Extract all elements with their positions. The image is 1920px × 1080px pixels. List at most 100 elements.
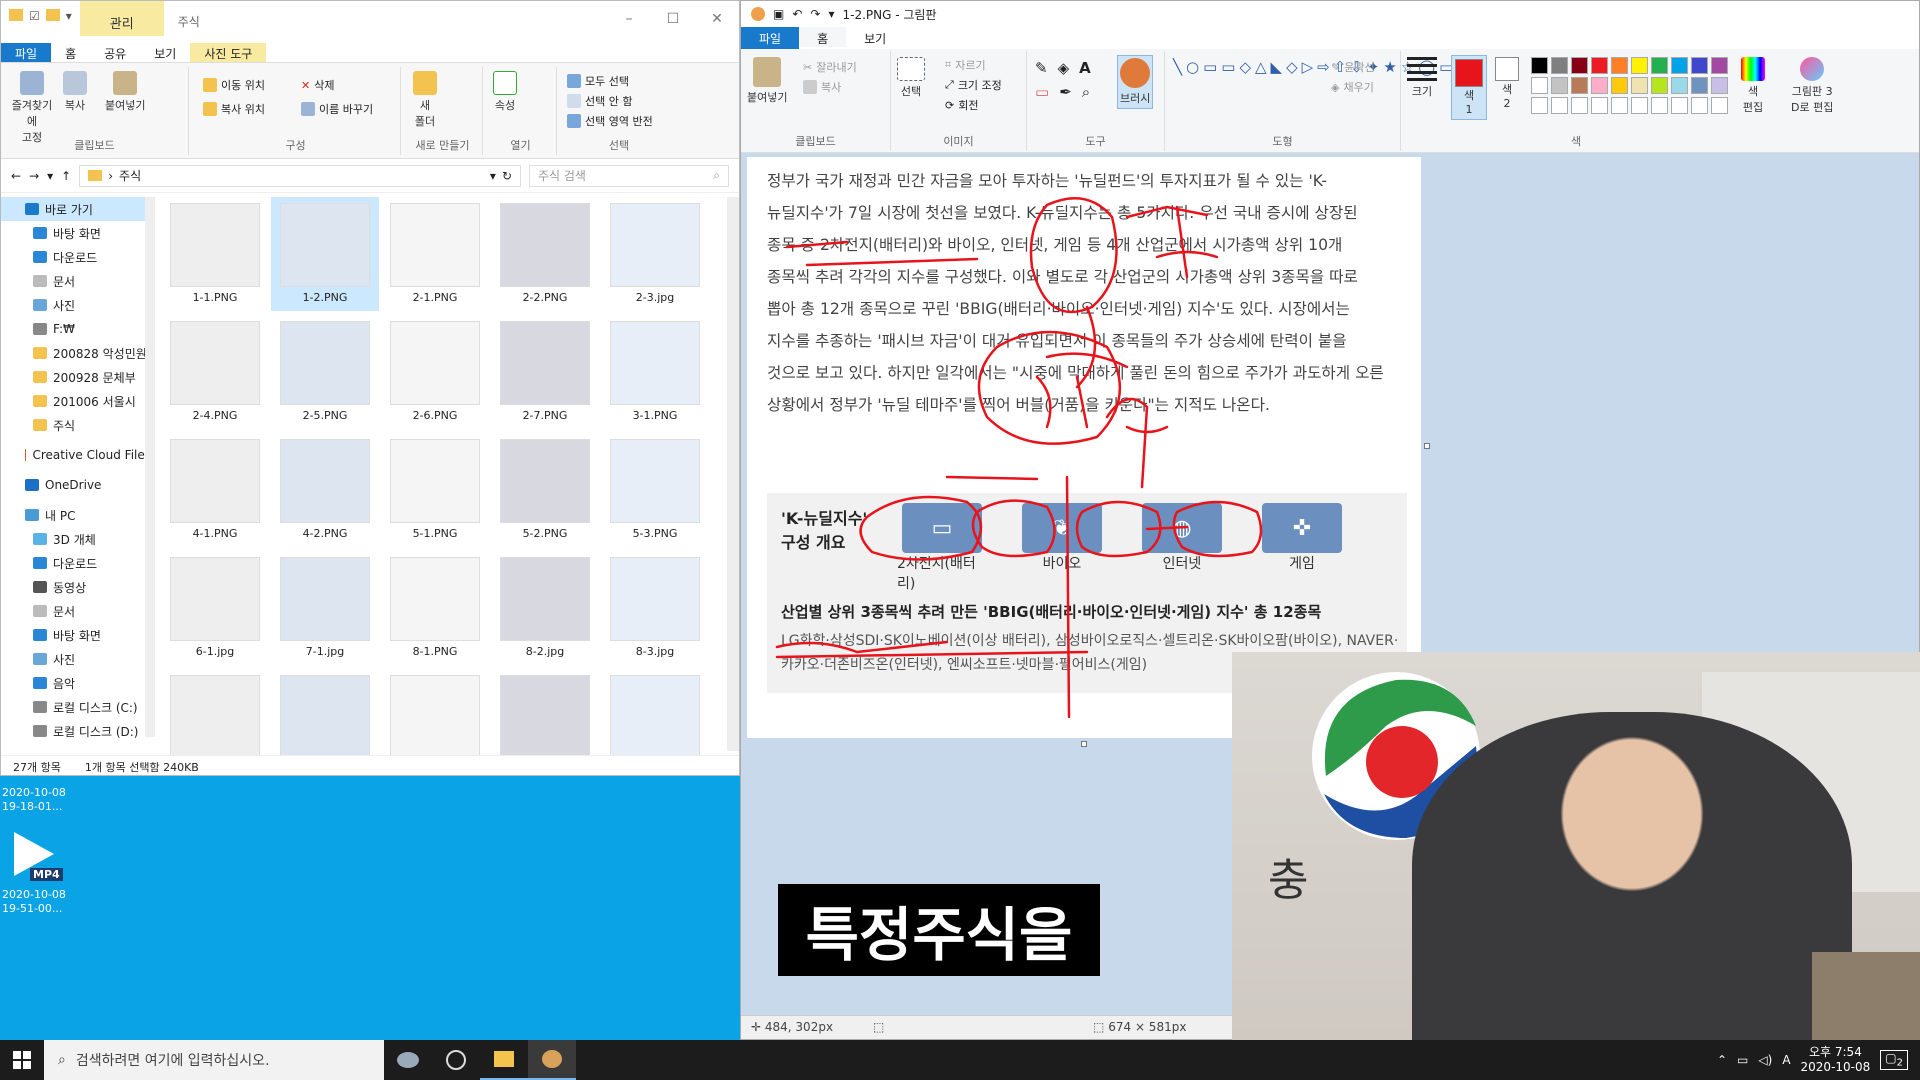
color-swatch[interactable] — [1671, 57, 1688, 74]
nav-item[interactable]: 내 PC — [1, 503, 151, 527]
paste-button[interactable]: 붙여넣기 — [747, 57, 787, 105]
rename-button[interactable]: 이름 바꾸기 — [301, 101, 373, 117]
text-icon[interactable]: A — [1079, 59, 1091, 77]
color-swatch[interactable] — [1571, 77, 1588, 94]
eraser-icon[interactable]: ▭ — [1035, 83, 1049, 101]
select-none-button[interactable]: 선택 안 함 — [567, 93, 632, 109]
color-swatch[interactable] — [1651, 97, 1668, 114]
up-icon[interactable]: ↑ — [61, 169, 71, 183]
chevron-down-icon[interactable]: ▾ — [828, 7, 834, 21]
file-item[interactable]: 6-1.jpg — [161, 551, 269, 665]
tab-home[interactable]: 홈 — [799, 27, 847, 49]
paint-canvas[interactable]: 정부가 국가 재정과 민간 자금을 모아 투자하는 '뉴딜펀드'의 투자지표가 … — [747, 157, 1421, 738]
file-item[interactable]: 4-1.PNG — [161, 433, 269, 547]
desktop-item-time[interactable]: 2020-10-08 19-18-01... — [2, 786, 66, 814]
file-item[interactable]: 1-2.PNG — [271, 197, 379, 311]
color-swatch[interactable] — [1531, 77, 1548, 94]
breadcrumb[interactable]: 주식 — [119, 167, 141, 184]
tab-share[interactable]: 공유 — [90, 43, 140, 62]
color-swatch[interactable] — [1691, 97, 1708, 114]
files-scrollbar[interactable] — [727, 197, 739, 751]
file-item[interactable]: 2-1.PNG — [381, 197, 489, 311]
ime-indicator[interactable]: A — [1782, 1053, 1790, 1067]
select-all-button[interactable]: 모두 선택 — [567, 73, 629, 89]
network-icon[interactable]: ▭ — [1737, 1053, 1748, 1067]
color-swatch[interactable] — [1651, 77, 1668, 94]
color-swatch[interactable] — [1591, 77, 1608, 94]
outline-button[interactable]: ✎ 윤곽선 — [1331, 59, 1375, 75]
taskbar-app-explorer[interactable] — [480, 1040, 528, 1080]
file-item[interactable] — [491, 669, 599, 757]
nav-item[interactable]: 다운로드 — [1, 551, 151, 575]
color-swatch[interactable] — [1531, 57, 1548, 74]
minimize-icon[interactable]: – — [607, 1, 651, 27]
navpane-scrollbar[interactable] — [145, 197, 155, 737]
copy-button[interactable]: 복사 — [803, 79, 841, 95]
chevron-down-icon[interactable]: ▾ — [66, 9, 72, 23]
nav-item[interactable]: 바탕 화면 — [1, 623, 151, 647]
file-item[interactable]: 2-2.PNG — [491, 197, 599, 311]
magnifier-icon[interactable]: ⌕ — [1082, 83, 1090, 101]
taskbar-app-obs[interactable] — [432, 1040, 480, 1080]
size-button[interactable]: 크기 — [1407, 57, 1437, 99]
fill-icon[interactable]: ◈ — [1058, 59, 1070, 77]
color-swatch[interactable] — [1631, 97, 1648, 114]
pencil-icon[interactable]: ✎ — [1035, 59, 1048, 77]
color-swatch[interactable] — [1711, 57, 1728, 74]
nav-item[interactable]: 다운로드 — [1, 245, 151, 269]
resize-button[interactable]: ⤢ 크기 조정 — [945, 77, 1002, 93]
redo-icon[interactable]: ↷ — [810, 7, 820, 21]
file-item[interactable] — [271, 669, 379, 757]
color1-button[interactable]: 색 1 — [1451, 55, 1487, 120]
color-swatch[interactable] — [1711, 77, 1728, 94]
tab-view[interactable]: 보기 — [140, 43, 190, 62]
copy-to-button[interactable]: 복사 위치 — [203, 101, 265, 117]
undo-icon[interactable]: ↶ — [792, 7, 802, 21]
nav-item[interactable]: 바탕 화면 — [1, 221, 151, 245]
chevron-down-icon[interactable]: ▾ — [490, 169, 496, 183]
desktop-item-mp4[interactable]: MP4 — [6, 828, 64, 884]
context-tab-manage[interactable]: 관리 — [79, 1, 164, 36]
paste-button[interactable]: 붙여넣기 — [105, 71, 145, 113]
color2-button[interactable]: 색 2 — [1495, 57, 1519, 110]
refresh-icon[interactable]: ↻ — [502, 169, 512, 183]
file-item[interactable]: 8-2.jpg — [491, 551, 599, 665]
tab-file[interactable]: 파일 — [1, 43, 52, 62]
cut-button[interactable]: ✂ 잘라내기 — [803, 59, 857, 75]
nav-item[interactable]: Creative Cloud Files — [1, 443, 151, 467]
file-item[interactable]: 5-3.PNG — [601, 433, 709, 547]
nav-item[interactable]: 200928 문체부 — [1, 365, 151, 389]
clock[interactable]: 오후 7:54 2020-10-08 — [1801, 1045, 1871, 1075]
file-item[interactable] — [601, 669, 709, 757]
save-icon[interactable]: ▣ — [773, 7, 784, 21]
file-item[interactable]: 5-1.PNG — [381, 433, 489, 547]
file-item[interactable]: 5-2.PNG — [491, 433, 599, 547]
nav-item[interactable]: 문서 — [1, 269, 151, 293]
chevron-down-icon[interactable]: ▾ — [47, 169, 53, 183]
color-swatch[interactable] — [1711, 97, 1728, 114]
file-item[interactable]: 4-2.PNG — [271, 433, 379, 547]
nav-item[interactable]: 로컬 디스크 (D:) — [1, 719, 151, 743]
edit-colors-button[interactable]: 색 편집 — [1741, 57, 1765, 115]
tab-view[interactable]: 보기 — [846, 27, 904, 49]
color-swatch[interactable] — [1671, 97, 1688, 114]
nav-item[interactable]: 200828 악성민원 — [1, 341, 151, 365]
nav-item-quick-access[interactable]: 바로 가기 — [1, 197, 151, 221]
nav-item[interactable]: 문서 — [1, 599, 151, 623]
pin-button[interactable]: 즐겨찾기에 고정 — [7, 71, 57, 145]
file-item[interactable] — [161, 669, 269, 757]
color-swatch[interactable] — [1651, 57, 1668, 74]
file-item[interactable]: 2-7.PNG — [491, 315, 599, 429]
file-item[interactable]: 2-6.PNG — [381, 315, 489, 429]
nav-item[interactable]: OneDrive — [1, 473, 151, 497]
nav-item[interactable]: F:₩ — [1, 317, 151, 341]
address-bar[interactable]: › 주식 ▾ ↻ — [79, 164, 521, 187]
color-swatch[interactable] — [1671, 77, 1688, 94]
canvas-resize-handle[interactable] — [1081, 741, 1087, 747]
color-swatch[interactable] — [1611, 57, 1628, 74]
file-item[interactable]: 8-3.jpg — [601, 551, 709, 665]
tab-picture-tools[interactable]: 사진 도구 — [190, 43, 267, 62]
fill-button[interactable]: ◈ 채우기 — [1331, 79, 1374, 95]
color-swatch[interactable] — [1551, 97, 1568, 114]
taskbar-search[interactable]: ⌕ 검색하려면 여기에 입력하십시오. — [44, 1040, 384, 1080]
